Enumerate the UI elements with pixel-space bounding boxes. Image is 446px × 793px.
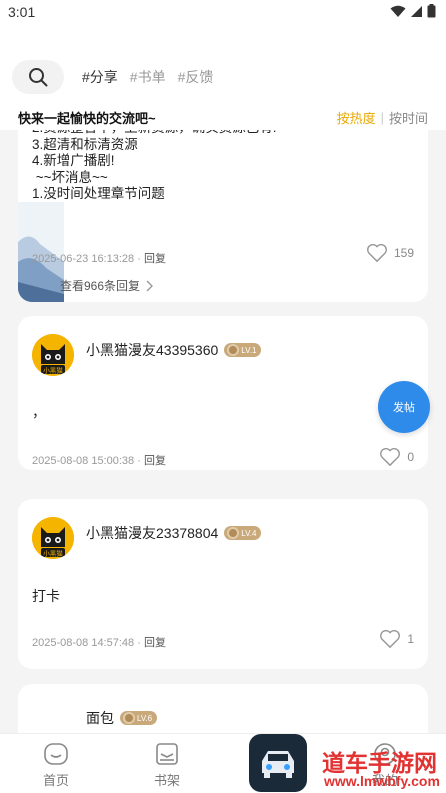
heart-icon: [380, 447, 401, 466]
username-row: 小黑猫漫友43395360 LV.1: [86, 340, 262, 360]
status-time: 3:01: [8, 4, 36, 20]
status-bar: 3:01: [0, 0, 446, 26]
new-post-button[interactable]: 发帖: [378, 381, 430, 433]
status-icons: [390, 4, 436, 18]
new-post-label: 发帖: [393, 402, 415, 414]
tab-bookshelf-label: 书架: [153, 773, 180, 788]
like-count: 159: [393, 246, 414, 260]
meta-dot: ·: [137, 253, 144, 265]
search-icon: [29, 68, 48, 87]
tag-booklist[interactable]: #书单: [130, 67, 166, 87]
tab-bookshelf[interactable]: 书架: [137, 742, 197, 789]
post-meta: 2025-08-08 14:57:48 · 回复: [32, 634, 166, 650]
like-button[interactable]: 1: [379, 629, 414, 649]
post-card[interactable]: 小黑猫 小黑猫漫友43395360 LV.1 ， 2025-08-08 15:0…: [18, 316, 428, 470]
battery-icon: [427, 4, 436, 18]
post-card[interactable]: 面包 LV.6: [18, 684, 428, 733]
level-badge: LV.6: [120, 711, 158, 725]
view-replies-link[interactable]: 查看966条回复: [60, 277, 154, 294]
like-count: 0: [407, 450, 414, 464]
post-timestamp: 2025-08-08 15:00:38: [32, 455, 135, 467]
username-row: 小黑猫漫友23378804 LV.4: [86, 523, 262, 543]
sort-title: 快来一起愉快的交流吧~: [18, 110, 156, 126]
black-cat-avatar-icon: 小黑猫: [32, 517, 74, 559]
post-meta: 2025-06-23 16:13:28 · 回复: [32, 250, 166, 266]
watermark-url: www.lmwbfy.com: [324, 773, 440, 789]
heart-icon: [366, 243, 387, 262]
sort-row: 快来一起愉快的交流吧~ 按热度 | 按时间: [0, 104, 446, 130]
meta-dot: ·: [137, 637, 144, 649]
username-row: 面包 LV.6: [86, 708, 158, 728]
post-meta: 2025-08-08 15:00:38 · 回复: [32, 452, 166, 468]
tag-feedback[interactable]: #反馈: [178, 67, 214, 87]
post-card[interactable]: 小黑猫 小黑猫漫友23378804 LV.4 打卡 2025-08-08 14:…: [18, 499, 428, 669]
sort-by-hot[interactable]: 按热度: [337, 108, 376, 127]
meta-dot: ·: [137, 455, 144, 467]
avatar-text: 小黑猫: [43, 549, 63, 558]
reply-link[interactable]: 回复: [144, 455, 166, 467]
sort-options: 按热度 | 按时间: [337, 108, 428, 127]
avatar[interactable]: 小黑猫: [32, 517, 74, 559]
post-content: 2.资源整合中，上新资源，确实资源已有! 3.超清和标清资源 4.新增广播剧! …: [32, 130, 277, 201]
post-card[interactable]: 2.资源整合中，上新资源，确实资源已有! 3.超清和标清资源 4.新增广播剧! …: [18, 130, 428, 302]
post-content: 打卡: [32, 588, 60, 604]
username[interactable]: 小黑猫漫友23378804: [86, 523, 218, 543]
tag-share[interactable]: #分享: [82, 67, 118, 87]
watermark: 道车手游网 www.lmwbfy.com: [322, 744, 446, 793]
wifi-icon: [390, 5, 406, 17]
car-icon: [262, 751, 294, 778]
bookshelf-icon: [156, 743, 178, 765]
username[interactable]: 面包: [86, 708, 114, 728]
post-timestamp: 2025-06-23 16:13:28: [32, 253, 135, 265]
reply-link[interactable]: 回复: [144, 253, 166, 265]
like-count: 1: [407, 632, 414, 646]
post-timestamp: 2025-08-08 14:57:48: [32, 637, 135, 649]
signal-icon: [411, 5, 422, 17]
tab-home-label: 首页: [42, 773, 69, 788]
like-button[interactable]: 0: [379, 447, 414, 467]
post-feed[interactable]: 2.资源整合中，上新资源，确实资源已有! 3.超清和标清资源 4.新增广播剧! …: [0, 130, 446, 733]
heart-icon: [380, 629, 401, 648]
topic-tags: #分享 #书单 #反馈: [82, 67, 213, 87]
sort-separator: |: [380, 109, 384, 125]
home-icon: [44, 743, 68, 765]
reply-link[interactable]: 回复: [144, 637, 166, 649]
promo-app-icon[interactable]: [249, 734, 307, 792]
post-content: ，: [32, 404, 46, 420]
level-badge: LV.1: [224, 343, 262, 357]
username[interactable]: 小黑猫漫友43395360: [86, 340, 218, 360]
avatar-text: 小黑猫: [43, 366, 63, 375]
chevron-right-icon: [146, 280, 154, 291]
avatar[interactable]: 小黑猫: [32, 334, 74, 376]
search-button[interactable]: [12, 60, 64, 94]
level-badge: LV.4: [224, 526, 262, 540]
tab-home[interactable]: 首页: [26, 742, 86, 789]
black-cat-avatar-icon: 小黑猫: [32, 334, 74, 376]
view-replies-label: 查看966条回复: [60, 279, 141, 293]
sort-by-time[interactable]: 按时间: [389, 108, 428, 127]
like-button[interactable]: 159: [366, 243, 414, 263]
